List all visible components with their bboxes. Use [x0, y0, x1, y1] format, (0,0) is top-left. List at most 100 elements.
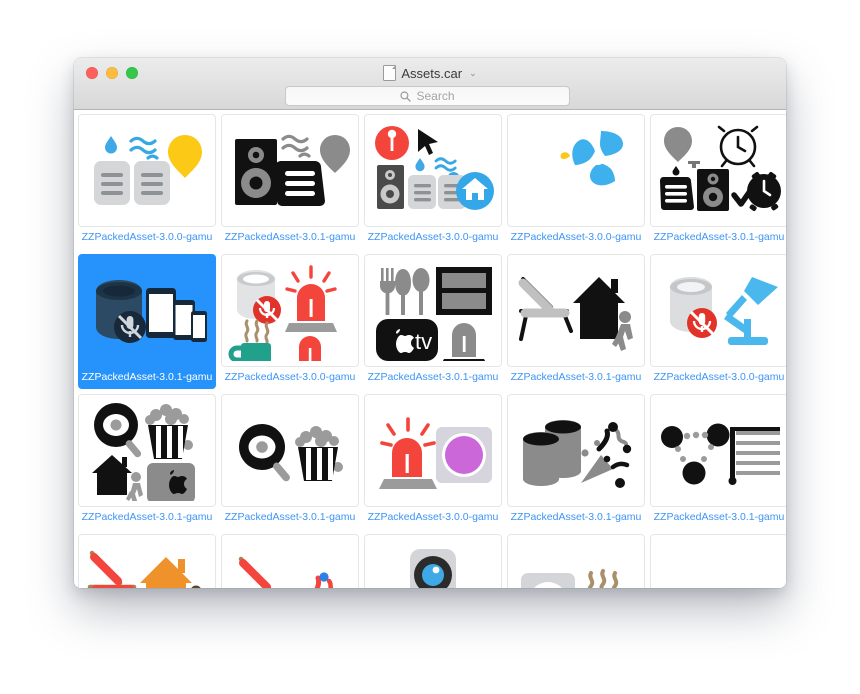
steam-icon	[587, 568, 619, 588]
asset-thumbnail	[650, 394, 786, 507]
asset-thumbnail	[507, 114, 645, 227]
trash-bins-icon	[523, 419, 581, 486]
asset-cell[interactable]: ZZPackedAsset-3.0.1-gamu	[650, 114, 786, 249]
asset-label: ZZPackedAsset-3.0.1-gamu	[81, 371, 213, 383]
asset-cell[interactable]: ZZPackedAsset-3.0.1-gamu	[507, 394, 645, 529]
asset-thumbnail	[221, 534, 359, 588]
alarm-clock-solid-icon	[747, 171, 781, 211]
asset-cell[interactable]	[650, 534, 786, 588]
asset-cell[interactable]	[221, 534, 359, 588]
asset-thumbnail	[221, 114, 359, 227]
asset-thumbnail	[507, 394, 645, 507]
speaker-icon	[377, 164, 404, 209]
assets-car-window: Assets.car ⌄ Search ZZPackedAsset-3.0.0-…	[74, 58, 786, 588]
spoon-icon	[412, 267, 430, 315]
grey-bulb-icon	[320, 134, 350, 173]
vent-dark-icon	[659, 160, 700, 210]
asset-label: ZZPackedAsset-3.0.1-gamu	[367, 371, 499, 383]
asset-thumbnail	[364, 534, 502, 588]
fan-icon	[572, 130, 623, 185]
popcorn-icon	[295, 425, 343, 481]
purple-circle-square-icon	[436, 426, 492, 483]
grey-bulb-icon	[664, 126, 692, 162]
asset-label: ZZPackedAsset-3.0.1-gamu	[510, 511, 642, 523]
asset-thumbnail	[78, 114, 216, 227]
siren-grey-icon	[442, 322, 486, 361]
asset-thumbnail	[650, 534, 786, 588]
vent-icon	[134, 160, 170, 205]
chevron-down-icon[interactable]: ⌄	[469, 68, 477, 78]
search-icon	[400, 90, 412, 102]
asset-thumbnail	[364, 114, 502, 227]
asset-thumbnail	[507, 254, 645, 367]
lounge-chair-icon	[518, 276, 573, 341]
window-blinds-icon	[436, 266, 492, 315]
water-drop-icon	[415, 157, 425, 171]
asset-label: ZZPackedAsset-3.0.0-gamu	[367, 231, 499, 243]
asset-cell[interactable]: ZZPackedAsset-3.0.0-gamu	[221, 254, 359, 389]
mug-icon	[228, 342, 271, 361]
frying-pan-egg-icon	[239, 423, 290, 481]
power-outlet-icon	[521, 572, 575, 588]
asset-thumbnail	[221, 254, 359, 367]
page-title: Assets.car	[401, 65, 463, 81]
mic-off-badge-icon	[114, 310, 146, 343]
blinds-lines-icon	[728, 426, 780, 485]
knife-icon	[395, 268, 411, 315]
asset-cell[interactable]: ZZPackedAsset-3.0.0-gamu	[364, 394, 502, 529]
asset-grid-scroll[interactable]: ZZPackedAsset-3.0.0-gamu ZZPackedAsset-3…	[74, 110, 786, 588]
asset-cell[interactable]: ZZPackedAsset-3.0.1-gamu	[650, 394, 786, 529]
speaker-icon	[235, 138, 277, 205]
house-icon	[92, 454, 132, 495]
desk-lamp-icon	[724, 276, 778, 345]
cursor-arrow-icon	[418, 128, 438, 155]
asset-cell[interactable]: ZZPackedAsset-3.0.1-gamu	[221, 114, 359, 249]
fork-icon	[380, 267, 395, 315]
wave-lines-icon	[129, 136, 159, 160]
lounge-chair-red-icon	[238, 556, 272, 588]
asset-label: ZZPackedAsset-3.0.1-gamu	[81, 511, 213, 523]
asset-cell[interactable]: ZZPackedAsset-3.0.1-gamu	[78, 394, 216, 529]
asset-cell[interactable]: ZZPackedAsset-3.0.0-gamu	[507, 114, 645, 249]
frying-pan-egg-icon	[94, 402, 142, 457]
steam-icon	[244, 319, 270, 343]
search-input[interactable]: Search	[285, 86, 570, 106]
iphone-icon	[191, 310, 207, 342]
wave-lines-icon	[281, 134, 311, 158]
siren-small-icon	[299, 335, 321, 361]
window-titlebar: Assets.car ⌄ Search	[74, 58, 786, 110]
asset-thumbnail	[364, 394, 502, 507]
asset-label: ZZPackedAsset-3.0.1-gamu	[224, 511, 356, 523]
wave-lines-icon	[434, 156, 459, 176]
alarm-clock-outline-icon	[717, 125, 759, 167]
yellow-bulb-icon	[168, 134, 202, 178]
asset-cell-selected[interactable]: ZZPackedAsset-3.0.1-gamu	[78, 254, 216, 389]
asset-label: ZZPackedAsset-3.0.0-gamu	[367, 511, 499, 523]
asset-thumbnail	[650, 254, 786, 367]
asset-thumbnail: tv	[364, 254, 502, 367]
asset-cell[interactable]: ZZPackedAsset-3.0.1-gamu	[221, 394, 359, 529]
apple-tv-icon: tv	[376, 318, 438, 361]
window-title-group[interactable]: Assets.car ⌄	[74, 65, 786, 81]
mac-mini-apple-icon	[147, 462, 195, 501]
asset-cell[interactable]: tv ZZPackedAsset-3.0.1-gamu	[364, 254, 502, 389]
asset-cell[interactable]	[364, 534, 502, 588]
asset-cell[interactable]: ZZPackedAsset-3.0.0-gamu	[78, 114, 216, 249]
asset-grid: ZZPackedAsset-3.0.0-gamu ZZPackedAsset-3…	[74, 110, 786, 588]
asset-label: ZZPackedAsset-3.0.1-gamu	[224, 231, 356, 243]
orange-house-icon	[140, 556, 192, 588]
document-icon	[383, 65, 397, 81]
water-drop-icon	[105, 135, 117, 153]
asset-label: ZZPackedAsset-3.0.0-gamu	[510, 231, 642, 243]
asset-label: ZZPackedAsset-3.0.1-gamu	[510, 371, 642, 383]
asset-cell[interactable]	[78, 534, 216, 588]
asset-cell[interactable]: ZZPackedAsset-3.0.0-gamu	[364, 114, 502, 249]
yellow-sliver-icon	[560, 151, 570, 159]
vent-dark-icon	[275, 160, 325, 206]
asset-cell[interactable]: ZZPackedAsset-3.0.1-gamu	[507, 254, 645, 389]
confetti-icon	[314, 571, 334, 588]
asset-cell[interactable]	[507, 534, 645, 588]
asset-cell[interactable]: ZZPackedAsset-3.0.0-gamu	[650, 254, 786, 389]
search-placeholder: Search	[416, 89, 455, 103]
walking-person-icon	[191, 585, 201, 588]
